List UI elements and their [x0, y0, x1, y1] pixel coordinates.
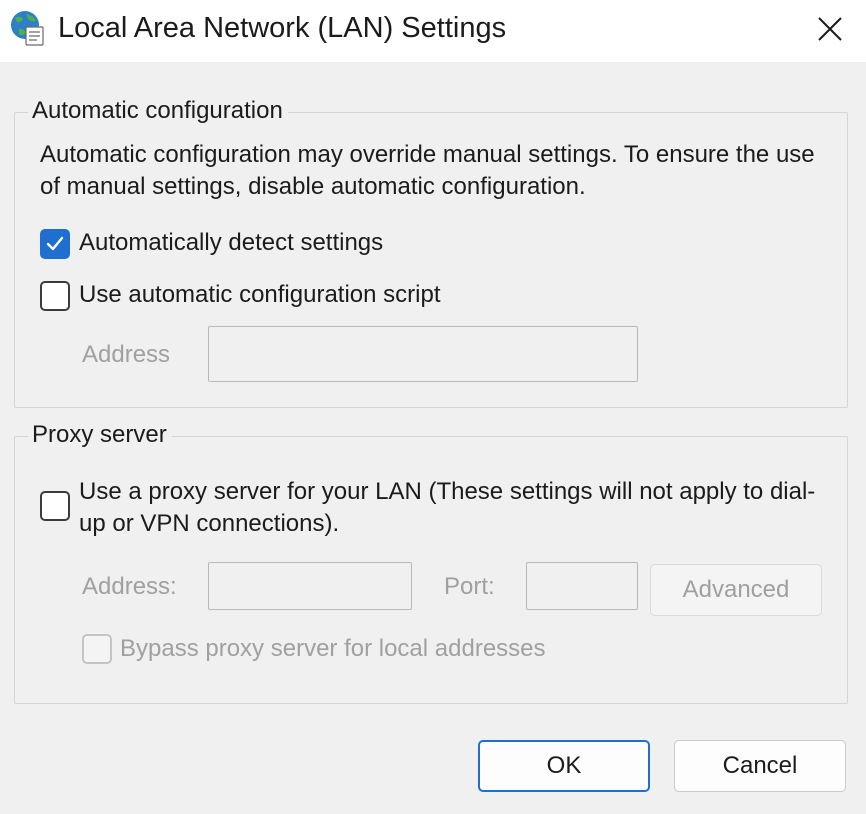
advanced-button[interactable]: Advanced: [650, 564, 822, 616]
use-config-script-label[interactable]: Use automatic configuration script: [79, 281, 441, 309]
title-bar: Local Area Network (LAN) Settings: [0, 0, 866, 62]
auto-detect-checkbox[interactable]: [40, 229, 70, 259]
checkmark-icon: [46, 236, 64, 251]
proxy-port-label: Port:: [444, 573, 495, 600]
automatic-configuration-legend: Automatic configuration: [28, 97, 288, 125]
use-proxy-checkbox[interactable]: [40, 491, 70, 521]
auto-detect-label[interactable]: Automatically detect settings: [79, 229, 383, 257]
proxy-address-label: Address:: [82, 573, 177, 600]
use-proxy-label[interactable]: Use a proxy server for your LAN (These s…: [79, 476, 839, 540]
close-button[interactable]: [804, 6, 856, 52]
proxy-port-input[interactable]: [526, 562, 638, 610]
proxy-server-legend: Proxy server: [28, 421, 172, 449]
script-address-label: Address: [82, 341, 171, 368]
cancel-button[interactable]: Cancel: [674, 740, 846, 792]
automatic-configuration-description: Automatic configuration may override man…: [40, 141, 815, 200]
use-config-script-checkbox[interactable]: [40, 281, 70, 311]
bypass-local-label[interactable]: Bypass proxy server for local addresses: [120, 635, 546, 663]
proxy-address-input[interactable]: [208, 562, 412, 610]
script-address-input[interactable]: [208, 326, 638, 382]
bypass-local-checkbox[interactable]: [82, 634, 112, 664]
close-icon: [818, 17, 842, 41]
ok-button[interactable]: OK: [478, 740, 650, 792]
window-title: Local Area Network (LAN) Settings: [58, 12, 507, 44]
network-globe-icon: [11, 11, 44, 46]
